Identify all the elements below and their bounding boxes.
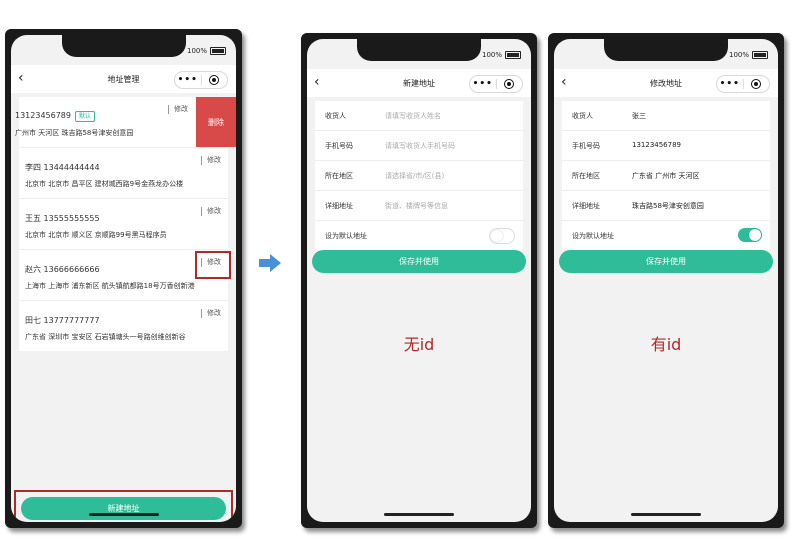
field-label: 设为默认地址 bbox=[572, 232, 614, 240]
save-button[interactable]: 保存并使用 bbox=[559, 250, 773, 273]
detail-address-input[interactable]: 珠吉路58号津安创意园 bbox=[632, 201, 704, 211]
form-row-detail: 详细地址 珠吉路58号津安创意园 bbox=[562, 191, 770, 221]
menu-capsule: ••• bbox=[716, 75, 770, 93]
menu-capsule: ••• bbox=[174, 71, 228, 89]
field-label: 设为默认地址 bbox=[325, 232, 367, 240]
field-label: 详细地址 bbox=[325, 202, 353, 210]
status-bar: 100% bbox=[187, 47, 226, 55]
region-picker[interactable]: 广东省 广州市 天河区 bbox=[632, 171, 699, 181]
caption-text: 无id bbox=[403, 335, 435, 354]
field-label: 详细地址 bbox=[572, 202, 600, 210]
list-item[interactable]: 赵六 13666666666 上海市 上海市 浦东新区 航头镇航都路18号万香创… bbox=[19, 250, 231, 301]
phone-edit-address: 100% ‹ 修改地址 ••• 收货人 张三 手机号码 13123456789 … bbox=[548, 33, 784, 528]
flow-arrow-icon bbox=[259, 254, 281, 272]
default-badge: 默认 bbox=[75, 111, 96, 122]
detail-address-input[interactable]: 街道、楼牌号等信息 bbox=[385, 201, 448, 211]
form-row-default: 设为默认地址 bbox=[562, 221, 770, 250]
nav-bar: ‹ 地址管理 ••• bbox=[11, 65, 236, 93]
form-row-region: 所在地区 广东省 广州市 天河区 bbox=[562, 161, 770, 191]
phone-input[interactable]: 13123456789 bbox=[632, 141, 681, 149]
receiver-input[interactable]: 张三 bbox=[632, 111, 646, 121]
list-item[interactable]: 13123456789 默认 广州市 天河区 珠吉路58号津安创意园 修改 删除 bbox=[15, 97, 236, 148]
form-row-default: 设为默认地址 bbox=[315, 221, 523, 250]
form-row-detail: 详细地址 街道、楼牌号等信息 bbox=[315, 191, 523, 221]
battery-percent: 100% bbox=[481, 51, 502, 59]
toggle-knob bbox=[491, 230, 503, 242]
edit-link[interactable]: 修改 bbox=[201, 207, 221, 216]
address-text: 北京市 北京市 昌平区 建材城西路9号金燕龙办公楼 bbox=[25, 180, 184, 188]
address-text: 上海市 上海市 浦东新区 航头镇航都路18号万香创新港 bbox=[25, 282, 195, 290]
address-form: 收货人 请填写收货人姓名 手机号码 请填写收货人手机号码 所在地区 请选择省/市… bbox=[315, 101, 523, 250]
address-text: 广东省 深圳市 宝安区 石岩镇塘头一号路创维创新谷 bbox=[25, 333, 186, 341]
more-dots-icon[interactable]: ••• bbox=[175, 73, 201, 87]
field-label: 手机号码 bbox=[572, 142, 600, 150]
close-target-icon[interactable] bbox=[202, 75, 228, 85]
field-label: 收货人 bbox=[572, 112, 593, 120]
more-dots-icon[interactable]: ••• bbox=[717, 77, 743, 91]
home-indicator bbox=[631, 513, 701, 516]
delete-button[interactable]: 删除 bbox=[196, 97, 236, 147]
notch bbox=[357, 39, 481, 61]
phone-new-address: 100% ‹ 新建地址 ••• 收货人 请填写收货人姓名 手机号码 请填写收货人… bbox=[301, 33, 537, 528]
home-indicator bbox=[384, 513, 454, 516]
home-indicator bbox=[88, 513, 159, 516]
list-item[interactable]: 王五 13555555555 北京市 北京市 顺义区 京顺路99号黑马程序员 修… bbox=[19, 199, 228, 250]
screen-edit-address: 100% ‹ 修改地址 ••• 收货人 张三 手机号码 13123456789 … bbox=[554, 39, 778, 522]
form-row-phone: 手机号码 13123456789 bbox=[562, 131, 770, 161]
form-row-receiver: 收货人 张三 bbox=[562, 101, 770, 131]
nav-bar: ‹ 新建地址 ••• bbox=[307, 69, 531, 97]
address-list: 13123456789 默认 广州市 天河区 珠吉路58号津安创意园 修改 删除 … bbox=[15, 97, 236, 351]
status-bar: 100% bbox=[729, 51, 768, 59]
battery-icon bbox=[210, 47, 226, 55]
phone-address-list: 100% ‹ 地址管理 ••• 13123456789 默认 广州市 天河区 珠吉… bbox=[5, 29, 242, 528]
notch bbox=[61, 35, 186, 57]
edit-link[interactable]: 修改 bbox=[201, 156, 221, 165]
battery-percent: 100% bbox=[186, 47, 207, 55]
address-name-phone: 王五 13555555555 bbox=[25, 214, 100, 223]
form-row-region: 所在地区 请选择省/市/区(县) bbox=[315, 161, 523, 191]
field-label: 收货人 bbox=[325, 112, 346, 120]
phone-input[interactable]: 请填写收货人手机号码 bbox=[385, 141, 455, 151]
caption-text: 有id bbox=[650, 335, 682, 354]
default-toggle[interactable] bbox=[738, 228, 762, 242]
new-address-button[interactable]: 新建地址 bbox=[21, 497, 226, 520]
nav-bar: ‹ 修改地址 ••• bbox=[554, 69, 778, 97]
address-text: 广州市 天河区 珠吉路58号津安创意园 bbox=[15, 129, 134, 137]
edit-link[interactable]: 修改 bbox=[168, 105, 188, 114]
more-dots-icon[interactable]: ••• bbox=[470, 77, 496, 91]
form-row-phone: 手机号码 请填写收货人手机号码 bbox=[315, 131, 523, 161]
close-target-icon[interactable] bbox=[497, 79, 523, 89]
address-text: 北京市 北京市 顺义区 京顺路99号黑马程序员 bbox=[25, 231, 167, 239]
field-label: 所在地区 bbox=[572, 172, 600, 180]
screen-address-list: 100% ‹ 地址管理 ••• 13123456789 默认 广州市 天河区 珠吉… bbox=[11, 35, 236, 522]
close-target-icon[interactable] bbox=[744, 79, 770, 89]
default-toggle[interactable] bbox=[489, 228, 515, 244]
status-bar: 100% bbox=[482, 51, 521, 59]
list-item[interactable]: 田七 13777777777 广东省 深圳市 宝安区 石岩镇塘头一号路创维创新谷… bbox=[19, 301, 228, 351]
address-name-phone: 李四 13444444444 bbox=[25, 163, 100, 172]
address-name-phone: 赵六 13666666666 bbox=[25, 265, 100, 274]
receiver-input[interactable]: 请填写收货人姓名 bbox=[385, 111, 441, 121]
battery-percent: 100% bbox=[728, 51, 749, 59]
address-form: 收货人 张三 手机号码 13123456789 所在地区 广东省 广州市 天河区… bbox=[562, 101, 770, 250]
battery-icon bbox=[505, 51, 521, 59]
address-name-phone: 田七 13777777777 bbox=[25, 316, 100, 325]
region-picker[interactable]: 请选择省/市/区(县) bbox=[385, 171, 444, 181]
screen-new-address: 100% ‹ 新建地址 ••• 收货人 请填写收货人姓名 手机号码 请填写收货人… bbox=[307, 39, 531, 522]
toggle-knob bbox=[749, 229, 761, 241]
address-name-phone: 13123456789 默认 bbox=[15, 111, 96, 122]
save-button[interactable]: 保存并使用 bbox=[312, 250, 526, 273]
edit-link[interactable]: 修改 bbox=[201, 309, 221, 318]
notch bbox=[604, 39, 728, 61]
field-label: 所在地区 bbox=[325, 172, 353, 180]
menu-capsule: ••• bbox=[469, 75, 523, 93]
field-label: 手机号码 bbox=[325, 142, 353, 150]
battery-icon bbox=[752, 51, 768, 59]
list-item[interactable]: 李四 13444444444 北京市 北京市 昌平区 建材城西路9号金燕龙办公楼… bbox=[19, 148, 228, 199]
edit-highlight-box bbox=[195, 251, 231, 279]
form-row-receiver: 收货人 请填写收货人姓名 bbox=[315, 101, 523, 131]
